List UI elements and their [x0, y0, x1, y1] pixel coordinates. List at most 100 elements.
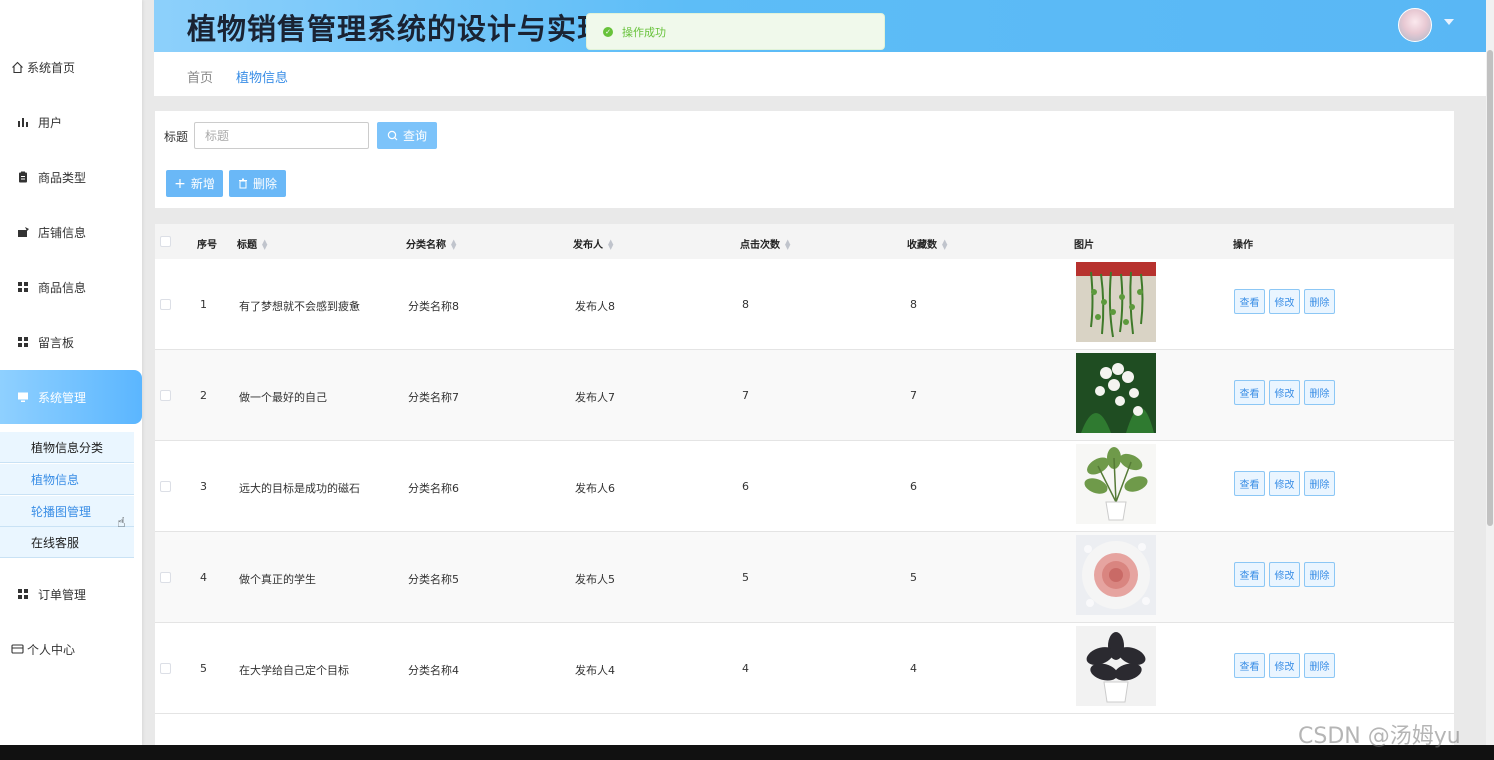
taskbar: [0, 745, 1494, 760]
sidebar-item-system[interactable]: 系统管理: [0, 370, 142, 424]
monitor-icon: [16, 390, 30, 404]
row-checkbox[interactable]: [160, 299, 171, 310]
plant-image: [1076, 262, 1156, 342]
sidebar-item-home[interactable]: 系统首页: [0, 40, 142, 94]
row-actions: 查看 修改 删除: [1234, 653, 1335, 678]
table-row: 4 做个真正的学生 分类名称5 发布人5 5 5 查看 修改 删除: [155, 532, 1454, 623]
sidebar-item-product-type[interactable]: 商品类型: [0, 150, 142, 204]
sidebar-item-messages[interactable]: 留言板: [0, 315, 142, 369]
cell-category: 分类名称8: [408, 300, 459, 313]
sort-icon[interactable]: ▲ ▼: [942, 239, 947, 251]
cell-clicks: 6: [742, 480, 749, 493]
sort-icon[interactable]: ▲ ▼: [262, 239, 267, 251]
grid-icon: [16, 587, 30, 601]
cell-clicks: 8: [742, 298, 749, 311]
page-scrollbar[interactable]: [1486, 0, 1494, 745]
submenu-item-plant-info[interactable]: 植物信息: [0, 464, 134, 495]
add-button[interactable]: + 新增: [166, 170, 223, 197]
sidebar-item-users[interactable]: 用户: [0, 95, 142, 149]
sidebar-item-label: 商品信息: [38, 280, 87, 295]
delete-button[interactable]: 删除: [1304, 471, 1335, 496]
row-actions: 查看 修改 删除: [1234, 471, 1335, 496]
cell-index: 5: [200, 662, 207, 675]
edit-button[interactable]: 修改: [1269, 562, 1300, 587]
search-label: 标题: [164, 130, 189, 144]
sidebar-item-profile[interactable]: 个人中心: [0, 622, 142, 676]
table-row: 1 有了梦想就不会感到疲惫 分类名称8 发布人8 8 8 查看 修改 删除: [155, 259, 1454, 350]
query-button[interactable]: 查询: [377, 122, 437, 149]
table-row: 2 做一个最好的自己 分类名称7 发布人7 7 7 查看 修改 删除: [155, 350, 1454, 441]
id-card-icon: [10, 642, 24, 656]
view-button[interactable]: 查看: [1234, 289, 1265, 314]
sidebar-item-label: 系统首页: [27, 60, 76, 75]
submenu-item-customer-service[interactable]: 在线客服: [0, 527, 134, 558]
row-actions: 查看 修改 删除: [1234, 562, 1335, 587]
submenu-item-carousel[interactable]: 轮播图管理: [0, 496, 134, 527]
sidebar-item-products[interactable]: 商品信息: [0, 260, 142, 314]
scrollbar-thumb[interactable]: [1487, 50, 1493, 526]
avatar[interactable]: [1398, 8, 1432, 42]
batch-delete-button[interactable]: 删除: [229, 170, 286, 197]
sort-icon[interactable]: ▲ ▼: [451, 239, 456, 251]
row-checkbox[interactable]: [160, 390, 171, 401]
cell-clicks: 4: [742, 662, 749, 675]
cell-title: 远大的目标是成功的磁石: [239, 482, 360, 495]
column-header-favorites[interactable]: 收藏数 ▲ ▼: [907, 236, 947, 252]
cell-favorites: 7: [910, 389, 917, 402]
view-button[interactable]: 查看: [1234, 562, 1265, 587]
sidebar-item-store[interactable]: 店铺信息: [0, 205, 142, 259]
sidebar: 系统首页 用户 商品类型 店铺信息 商品信息 留言板 系统管理 植物信息分类 植…: [0, 0, 142, 745]
sidebar-item-label: 留言板: [38, 335, 75, 350]
row-checkbox[interactable]: [160, 481, 171, 492]
view-button[interactable]: 查看: [1234, 471, 1265, 496]
column-header-title[interactable]: 标题 ▲ ▼: [237, 236, 267, 252]
view-button[interactable]: 查看: [1234, 380, 1265, 405]
table-row: 5 在大学给自己定个目标 分类名称4 发布人4 4 4 查看 修改 删除: [155, 623, 1454, 714]
column-header-publisher[interactable]: 发布人 ▲ ▼: [573, 236, 613, 252]
delete-button[interactable]: 删除: [1304, 380, 1335, 405]
sidebar-item-orders[interactable]: 订单管理: [0, 567, 142, 621]
sort-icon[interactable]: ▲ ▼: [608, 239, 613, 251]
column-header-index: 序号: [197, 240, 217, 251]
edit-button[interactable]: 修改: [1269, 380, 1300, 405]
edit-button[interactable]: 修改: [1269, 289, 1300, 314]
edit-button[interactable]: 修改: [1269, 653, 1300, 678]
home-icon: [10, 60, 24, 74]
delete-button-label: 删除: [252, 177, 277, 191]
plant-image: [1076, 535, 1156, 615]
column-header-publisher-label: 发布人: [573, 240, 603, 251]
sort-icon[interactable]: ▲ ▼: [785, 239, 790, 251]
row-checkbox[interactable]: [160, 663, 171, 674]
column-header-title-label: 标题: [237, 240, 257, 251]
trash-icon: [238, 178, 248, 189]
delete-button[interactable]: 删除: [1304, 562, 1335, 587]
view-button[interactable]: 查看: [1234, 653, 1265, 678]
store-icon: [16, 225, 30, 239]
chevron-down-icon[interactable]: [1444, 19, 1454, 25]
search-input[interactable]: [194, 122, 369, 149]
submenu-item-plant-category[interactable]: 植物信息分类: [0, 432, 134, 463]
row-checkbox[interactable]: [160, 572, 171, 583]
column-header-clicks[interactable]: 点击次数 ▲ ▼: [740, 236, 790, 252]
column-header-category[interactable]: 分类名称 ▲ ▼: [406, 236, 456, 252]
table-row: 3 远大的目标是成功的磁石 分类名称6 发布人6 6 6 查看 修改 删除: [155, 441, 1454, 532]
cell-index: 4: [200, 571, 207, 584]
delete-button[interactable]: 删除: [1304, 289, 1335, 314]
cell-title: 有了梦想就不会感到疲惫: [239, 300, 360, 313]
breadcrumb-home[interactable]: 首页: [187, 67, 213, 86]
cell-publisher: 发布人5: [575, 573, 615, 586]
sidebar-item-label: 用户: [38, 115, 63, 130]
cell-clicks: 5: [742, 571, 749, 584]
column-header-favorites-label: 收藏数: [907, 240, 937, 251]
search-icon: [387, 130, 398, 141]
cell-category: 分类名称5: [408, 573, 459, 586]
column-header-ops: 操作: [1233, 240, 1253, 251]
delete-button[interactable]: 删除: [1304, 653, 1335, 678]
cell-category: 分类名称6: [408, 482, 459, 495]
select-all-checkbox[interactable]: [160, 236, 171, 247]
toast-message: 操作成功: [622, 25, 666, 39]
table-header: 序号 标题 ▲ ▼ 分类名称 ▲ ▼ 发布人 ▲ ▼ 点击次数 ▲ ▼ 收藏数 ▲ ▼ 图片 操作: [155, 224, 1454, 259]
cell-favorites: 4: [910, 662, 917, 675]
plant-image: [1076, 444, 1156, 524]
edit-button[interactable]: 修改: [1269, 471, 1300, 496]
